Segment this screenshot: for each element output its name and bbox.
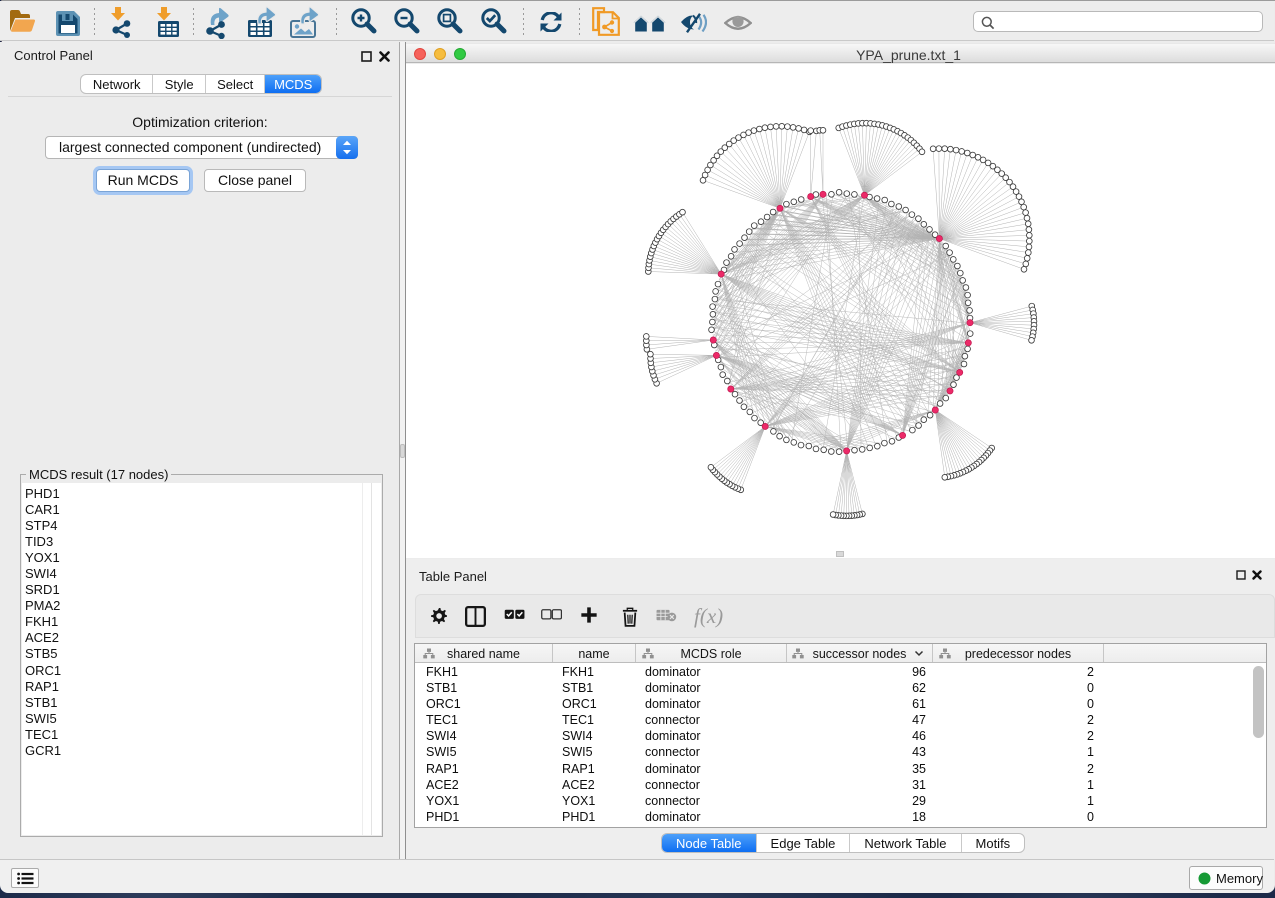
svg-text:f(x): f(x) [694, 604, 723, 628]
